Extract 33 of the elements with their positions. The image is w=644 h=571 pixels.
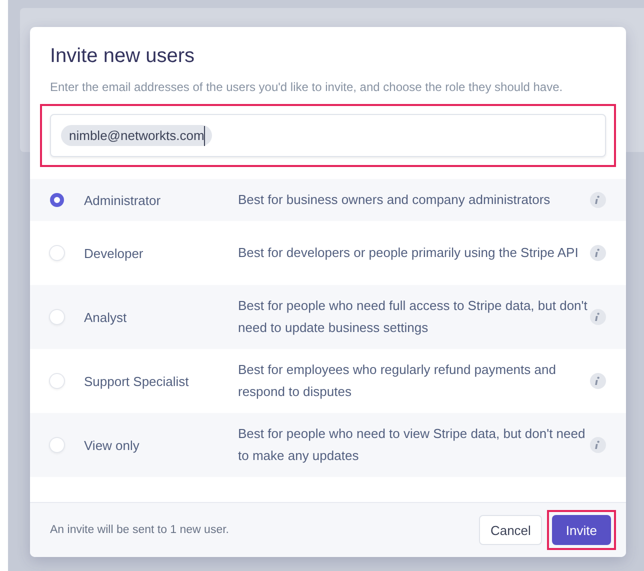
- cancel-button[interactable]: Cancel: [479, 515, 542, 545]
- footer-note: An invite will be sent to 1 new user.: [50, 524, 229, 536]
- info-icon[interactable]: [590, 373, 606, 389]
- role-description: Best for employees who regularly refund payments and respond to disputes: [238, 361, 557, 401]
- info-icon[interactable]: [590, 437, 606, 453]
- role-description: Best for developers or people primarily using the Stripe API: [238, 244, 580, 262]
- role-row[interactable]: View only Best for people who need to view Stripe data, but don't need to make any updates: [30, 413, 626, 477]
- invite-button[interactable]: Invite: [552, 515, 611, 545]
- radio-button[interactable]: [50, 193, 64, 207]
- info-icon[interactable]: [590, 245, 606, 261]
- role-name: Support Specialist: [84, 374, 190, 388]
- radio-button[interactable]: [50, 438, 64, 452]
- email-token[interactable]: nimble@networkts.com: [61, 125, 212, 146]
- role-name: View only: [84, 438, 140, 452]
- dialog-title: Invite new users: [49, 45, 196, 68]
- role-description: Best for people who need full access to Stripe data, but don't need to update business settings: [238, 297, 588, 337]
- role-row[interactable]: Administrator Best for business owners and company administrators: [30, 179, 626, 221]
- role-name: Administrator: [84, 192, 162, 208]
- role-row[interactable]: Support Specialist Best for employees who regularly refund payments and respond to disputes: [30, 349, 626, 413]
- role-row[interactable]: Developer Best for developers or people primarily using the Stripe API: [30, 221, 626, 285]
- role-name: Analyst: [84, 310, 128, 324]
- radio-button[interactable]: [50, 246, 64, 260]
- dialog-description: Enter the email addresses of the users you'd like to invite, and choose the role they should have.: [49, 79, 564, 96]
- radio-button[interactable]: [50, 310, 64, 324]
- radio-button[interactable]: [50, 374, 64, 388]
- role-row[interactable]: Analyst Best for people who need full access to Stripe data, but don't need to update business settings: [30, 285, 626, 349]
- text-cursor: [204, 126, 206, 146]
- email-field[interactable]: nimble@networkts.com: [50, 114, 606, 157]
- role-name: Developer: [84, 246, 144, 260]
- role-description: Best for business owners and company administrators: [238, 191, 552, 209]
- info-icon[interactable]: [590, 309, 606, 325]
- info-icon[interactable]: [590, 192, 606, 208]
- role-description: Best for people who need to view Stripe data, but don't need to make any updates: [238, 425, 586, 465]
